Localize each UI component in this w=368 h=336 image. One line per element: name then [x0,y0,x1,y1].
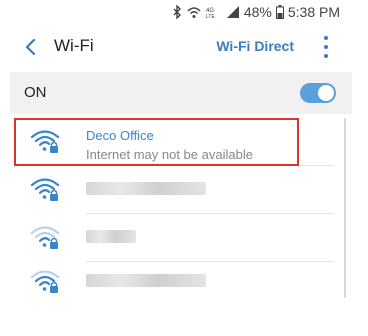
network-item-deco-office[interactable]: Deco Office Internet may not be availabl… [10,118,344,166]
bluetooth-icon [173,5,181,19]
wifi-secured-icon [30,178,60,201]
network-status: Internet may not be available [86,147,253,162]
network-item[interactable] [10,258,344,306]
wifi-toggle-switch[interactable] [300,83,336,103]
wifi-secured-icon [30,130,60,153]
svg-text:LTE: LTE [206,14,215,19]
wifi-secured-weak-icon [30,226,60,249]
wifi-direct-button[interactable]: Wi-Fi Direct [216,38,294,54]
wifi-toggle-row[interactable]: ON [10,72,352,114]
network-item[interactable] [10,166,344,214]
status-bar: 4G LTE 48% 5:38 PM [0,0,352,24]
battery-percent: 48% [243,4,272,20]
wifi-secured-icon [30,270,60,293]
toggle-knob [318,85,334,101]
redacted-network-name [86,274,206,287]
page-title: Wi-Fi [54,36,94,55]
app-bar: Wi-Fi Wi-Fi Direct [0,24,352,70]
network-list: Deco Office Internet may not be availabl… [10,114,344,304]
signal-bars-icon [226,6,239,18]
redacted-network-name [86,182,206,195]
redacted-network-name [86,230,136,243]
scrollbar[interactable] [344,118,346,298]
back-arrow-icon[interactable] [18,35,42,59]
network-item[interactable] [10,214,344,262]
more-vert-icon[interactable] [320,36,332,58]
network-name: Deco Office [86,128,154,143]
4g-lte-signal-icon: 4G LTE [206,8,215,19]
clock: 5:38 PM [287,4,340,20]
status-icons: 4G LTE 48% 5:38 PM [172,3,340,21]
battery-icon [275,5,284,19]
wifi-state-label: ON [24,84,47,101]
wifi-calling-icon [187,7,201,18]
